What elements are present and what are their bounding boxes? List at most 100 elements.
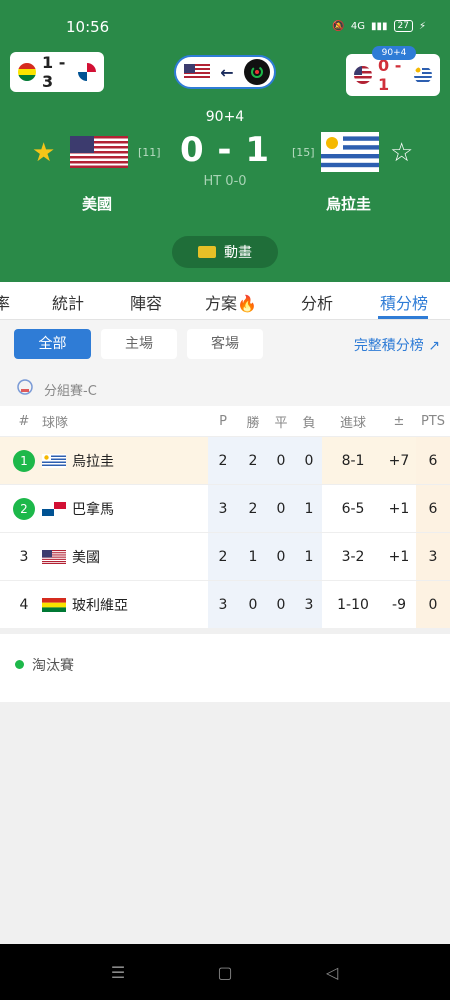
tab-bar: 率 統計 陣容 方案🔥 分析 積分榜 [0,282,450,320]
home-team-name[interactable]: 美國 [82,193,112,214]
table-header: # 球隊 P 勝 平 負 進球 ± PTS [0,406,450,436]
home-icon[interactable]: ▢ [213,960,237,984]
team-name: 巴拿馬 [72,501,114,518]
active-tab-indicator [378,316,428,319]
refresh-icon[interactable] [244,59,270,85]
full-standings-link[interactable]: 完整積分榜 ↗ [354,335,440,355]
points: 0 [428,596,438,613]
match-switcher-pill[interactable]: ← [174,55,276,89]
goals: 8-1 [341,452,365,469]
row-team: 玻利維亞 [42,581,202,628]
status-time: 10:56 [66,18,110,36]
draws: 0 [276,596,286,613]
group-header: 分組賽-C [0,370,450,406]
goal-diff: +1 [388,500,410,517]
prev-match-score: 1 - 3 [42,53,66,91]
col-goals: 進球 [339,415,366,431]
row-rank: 3 [19,548,29,565]
table-row[interactable]: 1 烏拉圭 2 2 0 0 8-1 +7 6 [0,436,450,484]
tab-rate[interactable]: 率 [0,290,10,314]
table-row[interactable]: 3 美國 2 1 0 1 3-2 +1 3 [0,532,450,580]
away-team-name[interactable]: 烏拉圭 [326,193,371,214]
menu-icon[interactable]: ☰ [106,960,130,984]
animation-button[interactable]: 動畫 [172,236,278,268]
row-rank: 1 [8,437,40,484]
bolivia-flag-icon [42,597,66,612]
match-score: 0 - 1 [179,130,271,170]
tab-lineup[interactable]: 陣容 [130,290,162,314]
away-team-rank: [15] [292,146,315,159]
network-label: 4G [350,20,365,32]
goals: 6-5 [341,500,365,517]
uruguay-flag-icon [42,453,66,468]
played: 2 [218,452,228,469]
col-wins: 勝 [246,415,260,431]
row-team: 美國 [42,533,202,580]
wins: 1 [248,548,258,565]
panama-flag-icon [78,63,96,81]
next-match-score: 0 - 1 [378,56,402,94]
goals: 1-10 [337,596,369,613]
filter-home-button[interactable]: 主場 [101,329,177,359]
losses: 0 [304,452,314,469]
wins: 0 [248,596,258,613]
team-name: 玻利維亞 [72,597,128,614]
green-dot-icon [15,660,24,669]
wins: 2 [248,452,258,469]
group-label: 分組賽-C [44,384,97,399]
goal-diff: -9 [392,596,406,613]
next-match-minute-badge: 90+4 [372,46,416,60]
tab-standings[interactable]: 積分榜 [380,290,428,314]
usa-flag-icon [184,64,210,80]
table-row[interactable]: 2 巴拿馬 3 2 0 1 6-5 +1 6 [0,484,450,532]
qualify-rank-badge: 1 [13,449,35,472]
next-match-card[interactable]: 0 - 1 [346,54,440,96]
col-diff: ± [393,413,405,429]
tab-stats[interactable]: 統計 [52,290,84,314]
back-icon[interactable]: ◁ [320,960,344,984]
animation-label: 動畫 [224,245,252,261]
tab-plan[interactable]: 方案🔥 [205,290,257,314]
tab-analysis[interactable]: 分析 [301,290,333,314]
col-rank: # [18,413,30,429]
team-name: 美國 [72,549,100,566]
status-bar: 10:56 🔕 4G ▮▮▮ 27 ⚡ [0,18,450,38]
team-name: 烏拉圭 [72,453,114,470]
qualify-rank-badge: 2 [13,497,35,520]
knockout-label: 淘汰賽 [32,658,74,674]
panama-flag-icon [42,501,66,516]
draws: 0 [276,548,286,565]
goals: 3-2 [341,548,365,565]
played: 3 [218,596,228,613]
goal-diff: +1 [388,548,410,565]
points: 6 [428,452,438,469]
battery-icon: 27 [393,20,413,32]
usa-flag-icon [354,66,372,84]
qualification-legend: 淘汰賽 [0,634,450,702]
wins: 2 [248,500,258,517]
prev-match-card[interactable]: 1 - 3 [10,52,104,92]
standings-filter: 全部 主場 客場 完整積分榜 ↗ [0,320,450,370]
points: 6 [428,500,438,517]
usa-flag-icon [42,549,66,564]
col-losses: 負 [302,415,316,431]
signal-icon: ▮▮▮ [371,20,388,32]
standings-table: # 球隊 P 勝 平 負 進球 ± PTS 1 烏拉圭 2 2 0 0 8-1 … [0,406,450,628]
star-outline-icon[interactable]: ☆ [390,138,413,168]
halftime-score: HT 0-0 [203,174,247,189]
away-team-flag [321,132,379,172]
col-points: PTS [420,413,446,429]
col-team: 球隊 [42,415,69,431]
system-nav-bar: ☰ ▢ ◁ [0,944,450,1000]
status-icons: 🔕 4G ▮▮▮ 27 ⚡ [332,20,426,32]
row-team: 巴拿馬 [42,485,202,532]
bolivia-flag-icon [18,63,36,81]
table-row[interactable]: 4 玻利維亞 3 0 0 3 1-10 -9 0 [0,580,450,628]
row-rank: 2 [8,485,40,532]
goal-diff: +7 [388,452,410,469]
filter-away-button[interactable]: 客場 [187,329,263,359]
mute-icon: 🔕 [332,20,345,32]
uruguay-flag-icon [414,66,432,84]
pitch-icon [198,246,216,258]
filter-all-button[interactable]: 全部 [14,329,91,359]
